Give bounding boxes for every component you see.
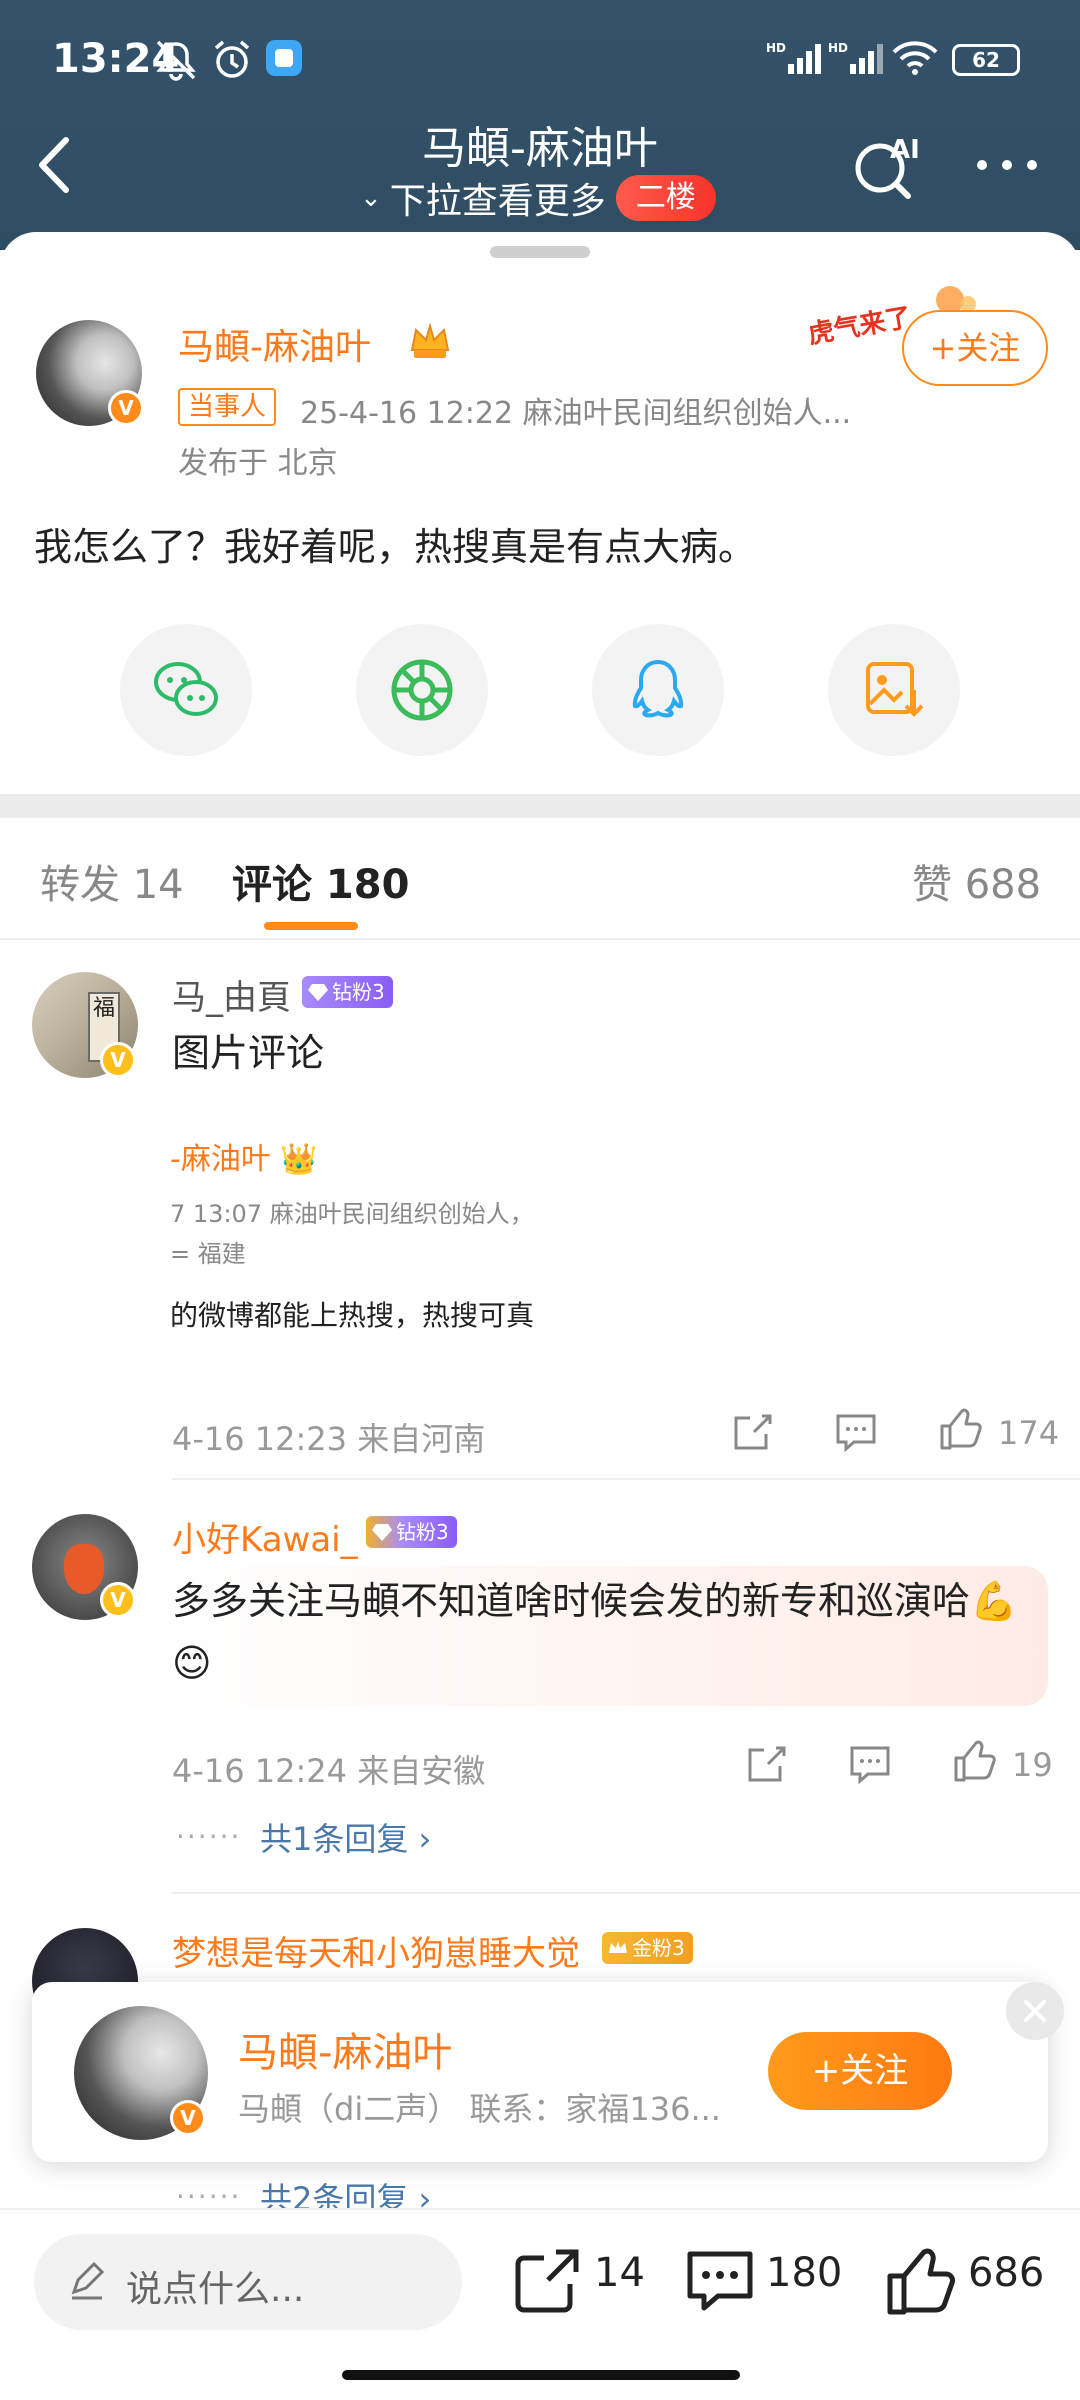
comment-text: 多多关注马頔不知道啥时候会发的新专和巡演哈💪😊 (172, 1579, 1018, 1685)
tabs-divider (0, 938, 1080, 940)
quote-line-4: 的微博都能上热搜，热搜可真 (170, 1299, 535, 1332)
quote-line-1: -麻油叶 👑 (170, 1142, 318, 1177)
card-author-name[interactable]: 马頔-麻油叶 (238, 2020, 452, 2078)
share-moments-button[interactable] (356, 624, 488, 756)
share-icon[interactable] (744, 1742, 788, 1786)
app-notification-icon (266, 40, 302, 76)
reply-dots: ······ (176, 1820, 242, 1853)
pull-down-text: 下拉查看更多 (389, 181, 606, 222)
quote-line-3: = 福建 (170, 1240, 246, 1268)
wechat-icon (154, 662, 218, 716)
share-qq-button[interactable] (592, 624, 724, 756)
comment-author[interactable]: 梦想是每天和小狗崽睡大觉 (172, 1926, 580, 1975)
svg-text:HD: HD (828, 41, 848, 55)
comment-text: 图片评论 (172, 1031, 325, 1075)
svg-text:HD: HD (766, 41, 786, 55)
top-header: 13:24 HD HD 62 马頔-麻油叶 ⌄ 下拉查看更多 二楼 AI (0, 0, 1080, 250)
drag-handle[interactable] (490, 246, 590, 258)
like-count: 174 (998, 1414, 1060, 1452)
share-icon[interactable] (730, 1410, 774, 1454)
ai-search-icon[interactable]: AI (850, 130, 930, 200)
comment-count[interactable]: 180 (766, 2250, 842, 2296)
comment-image[interactable]: -麻油叶 👑 7 13:07 麻油叶民间组织创始人， = 福建 的微博都能上热搜… (170, 1118, 540, 1378)
moments-icon (391, 659, 453, 721)
comment-time-location: 4-16 12:24 来自安徽 (172, 1752, 486, 1790)
status-bar: 13:24 HD HD 62 (0, 0, 1080, 120)
view-replies-link[interactable]: 共1条回复 › (260, 1814, 431, 1860)
role-tag: 当事人 (178, 388, 277, 426)
qq-icon (632, 659, 684, 718)
comment-time-location: 4-16 12:23 来自河南 (172, 1420, 486, 1458)
verified-badge-icon: V (108, 390, 144, 426)
thumb-up-icon[interactable] (884, 2246, 956, 2318)
comment-author[interactable]: 小好Kawai_ (172, 1512, 358, 1561)
verified-badge-icon: V (170, 2100, 206, 2136)
verified-badge-icon: V (100, 1582, 136, 1618)
comment-author[interactable]: 马_由頁 (172, 970, 291, 1019)
diamond-icon (308, 984, 328, 1001)
tab-comments[interactable]: 评论 180 (232, 852, 409, 910)
comment-icon[interactable] (834, 1410, 878, 1454)
comment-input[interactable]: 说点什么... (34, 2234, 462, 2330)
follow-button[interactable]: +关注 (902, 310, 1048, 386)
crown-icon (410, 322, 450, 358)
wifi-icon (892, 41, 938, 75)
pencil-icon (71, 2262, 105, 2300)
comment-divider (172, 1892, 1080, 1894)
active-tab-indicator (264, 922, 358, 930)
comment-icon[interactable] (848, 1742, 892, 1786)
share-wechat-button[interactable] (120, 624, 252, 756)
save-image-icon (866, 662, 924, 717)
home-indicator[interactable] (342, 2370, 740, 2380)
section-divider (0, 794, 1080, 818)
repost-icon[interactable] (512, 2246, 582, 2316)
follow-suggestion-card: V 马頔-麻油叶 马頔（di二声） 联系：家福136... +关注 (32, 1982, 1048, 2162)
fan-badge: 钻粉3 (366, 1516, 457, 1548)
svg-text:AI: AI (890, 135, 920, 165)
battery-icon: 62 (952, 44, 1020, 76)
pull-down-hint[interactable]: ⌄ 下拉查看更多 二楼 (360, 172, 716, 224)
post-meta: 25-4-16 12:22 麻油叶民间组织创始人... (300, 396, 852, 431)
avatar-carrot-art (64, 1544, 104, 1594)
like-count: 19 (1012, 1746, 1053, 1784)
post-author-name[interactable]: 马頔-麻油叶 (178, 318, 371, 370)
like-icon[interactable] (950, 1738, 998, 1786)
quote-line-2: 7 13:07 麻油叶民间组织创始人， (170, 1200, 534, 1228)
card-author-desc: 马頔（di二声） 联系：家福136... (238, 2090, 721, 2128)
comment-divider (172, 1478, 1080, 1480)
crown-small-icon (609, 1941, 627, 1953)
more-options-icon[interactable] (972, 150, 1042, 180)
fan-badge-text: 钻粉3 (396, 1520, 449, 1544)
verified-badge-icon: V (100, 1042, 136, 1078)
signal-icon-1: HD (766, 41, 821, 74)
mute-bell-icon (156, 40, 196, 81)
card-follow-button[interactable]: +关注 (768, 2032, 952, 2110)
fan-badge: 钻粉3 (302, 976, 393, 1008)
tab-repost[interactable]: 转发 14 (40, 852, 184, 910)
post-text: 我怎么了？我好着呢，热搜真是有点大病。 (34, 525, 757, 569)
save-image-button[interactable] (828, 624, 960, 756)
fan-badge: 金粉3 (602, 1932, 693, 1964)
fan-badge-text: 金粉3 (632, 1936, 685, 1960)
diamond-icon (372, 1524, 392, 1541)
comment-input-placeholder: 说点什么... (126, 2269, 305, 2310)
chevron-down-icon: ⌄ (360, 183, 382, 213)
tab-likes[interactable]: 赞 688 (912, 852, 1041, 910)
like-total[interactable]: 686 (968, 2250, 1044, 2296)
signal-icon-2: HD (828, 41, 883, 74)
post-location: 发布于 北京 (178, 446, 338, 481)
crown-icon: 👑 (280, 1142, 318, 1177)
sticker-text: 虎气来了 (806, 302, 914, 351)
like-icon[interactable] (936, 1406, 984, 1454)
close-icon[interactable] (1006, 1982, 1064, 2040)
repost-count[interactable]: 14 (594, 2250, 645, 2296)
comment-bubble-icon[interactable] (684, 2246, 756, 2316)
second-floor-badge: 二楼 (615, 175, 716, 221)
view-replies-link[interactable]: 共2条回复 › (260, 2174, 431, 2208)
fan-badge-text: 钻粉3 (332, 980, 385, 1004)
alarm-icon (214, 40, 250, 78)
battery-level: 62 (972, 48, 1000, 72)
